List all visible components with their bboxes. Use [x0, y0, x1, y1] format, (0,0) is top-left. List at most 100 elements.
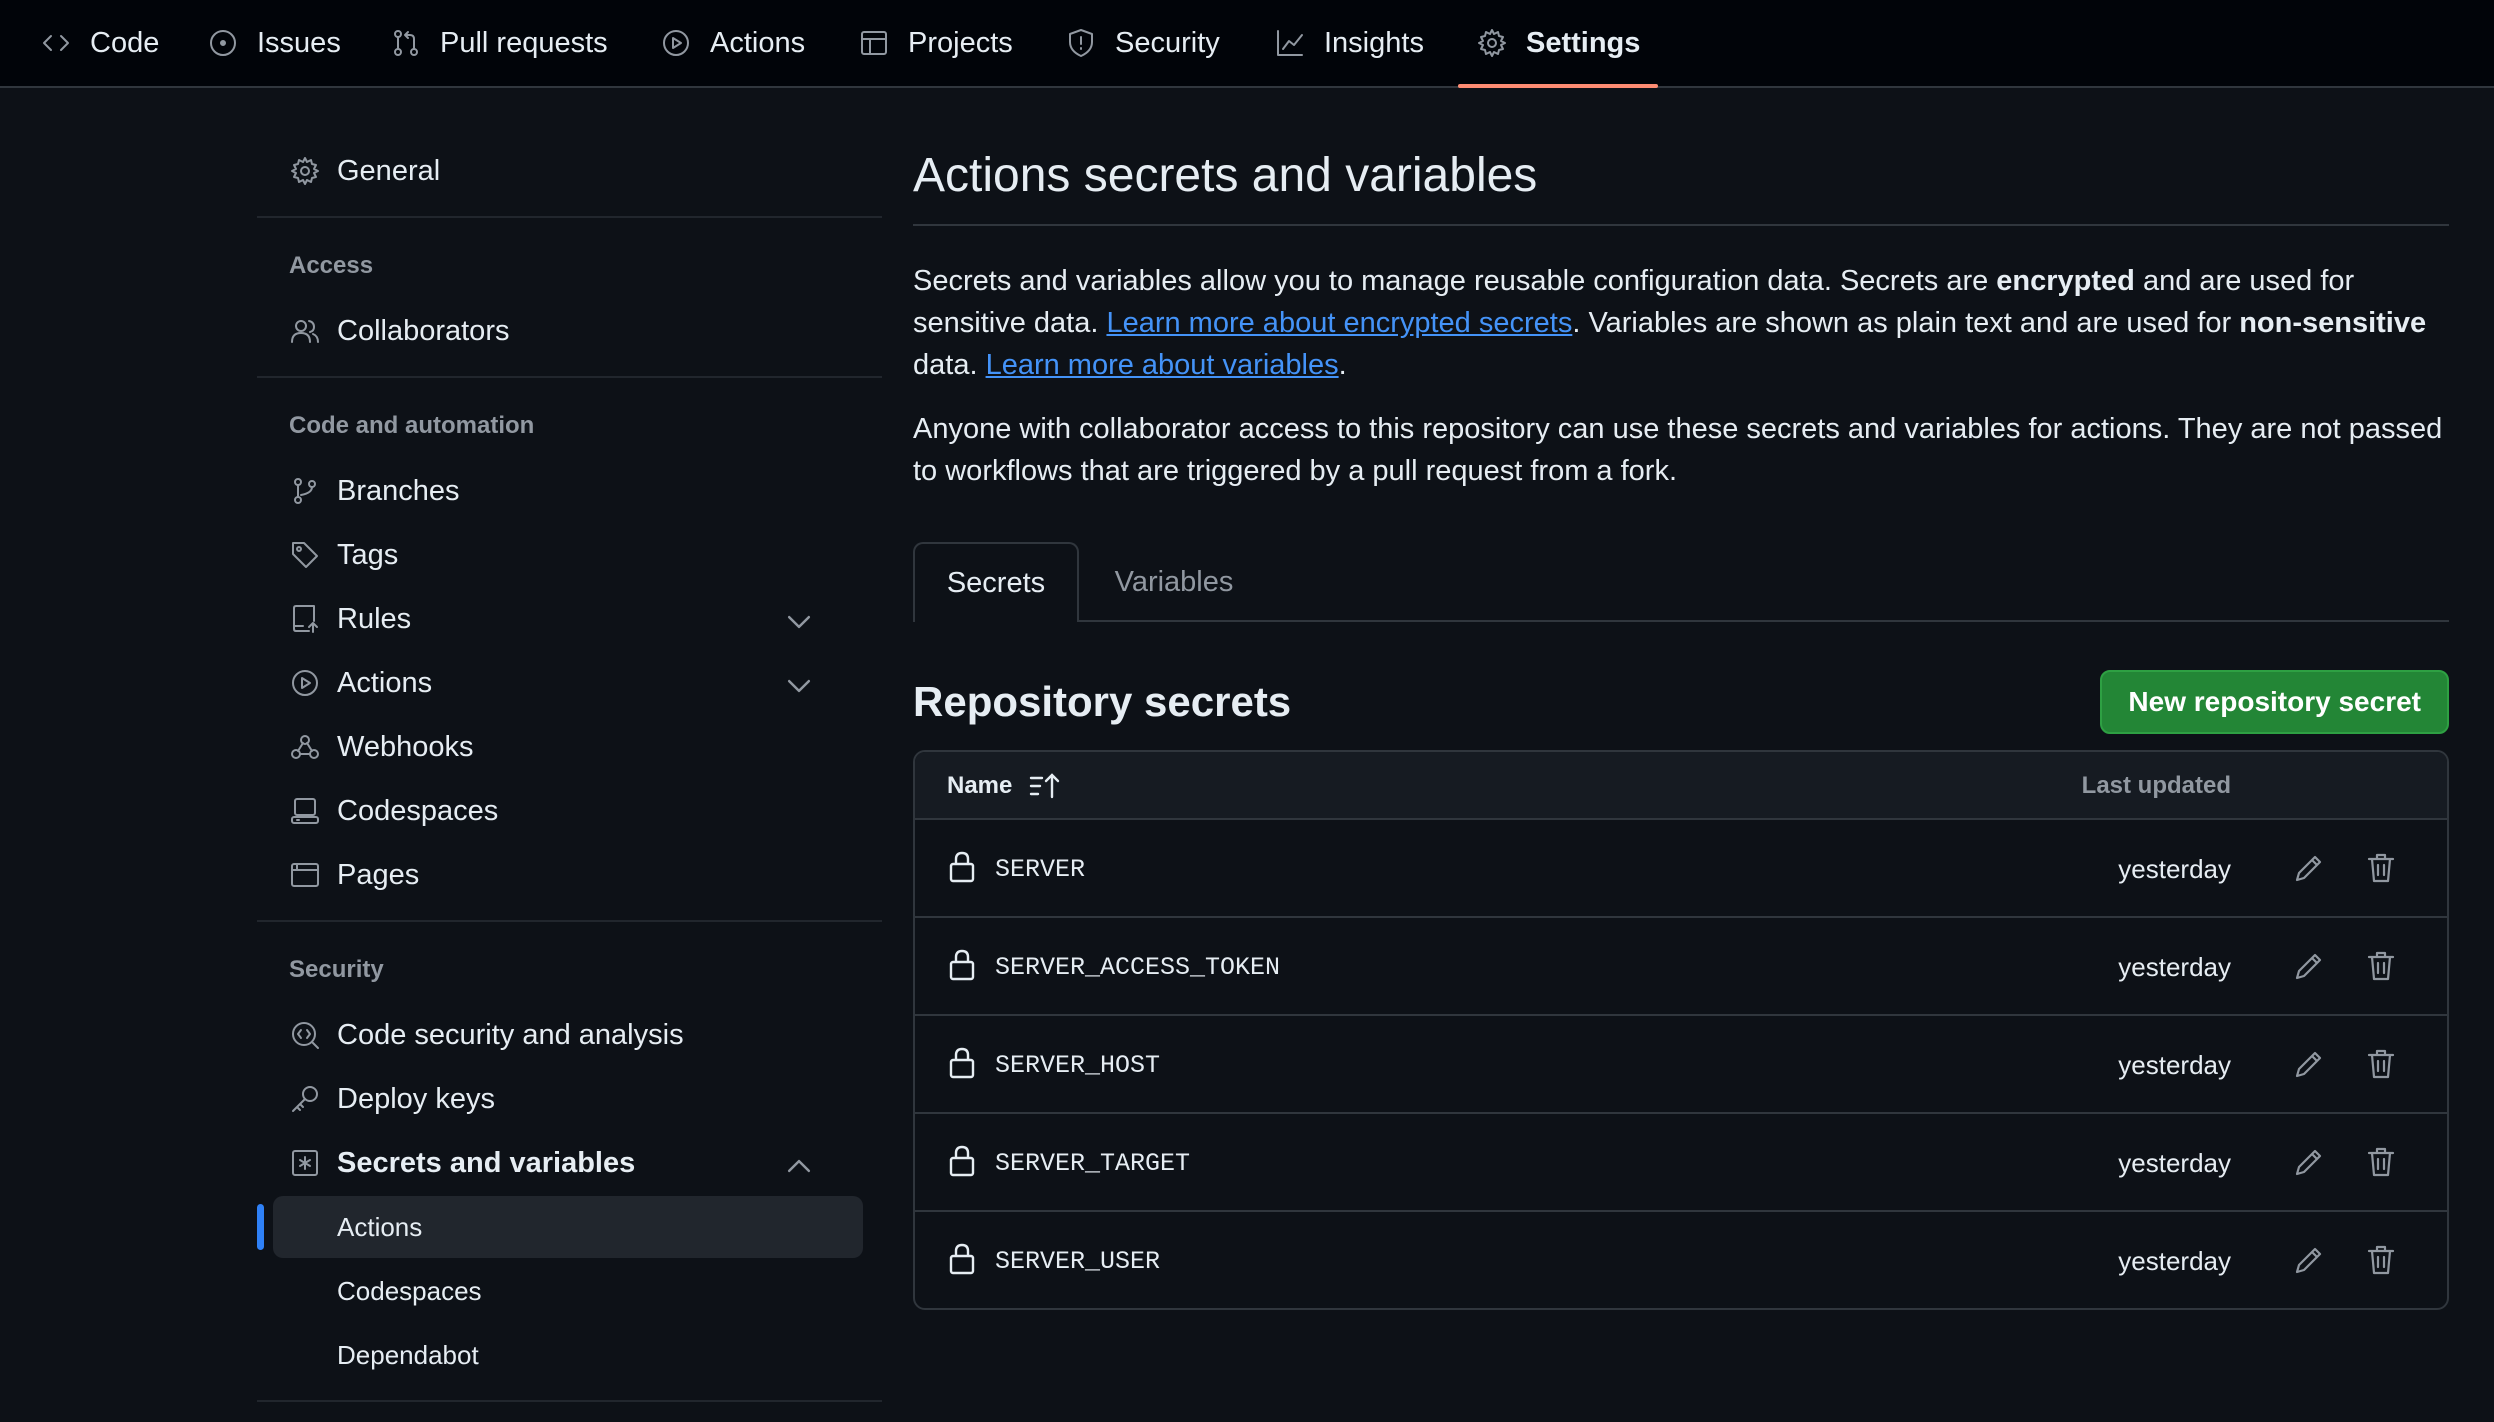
sidebar-item-secrets-variables[interactable]: Secrets and variables	[289, 1138, 879, 1188]
last-updated: yesterday	[2118, 1245, 2231, 1276]
section-title: Repository secrets	[913, 678, 1292, 725]
description-paragraph: Secrets and variables allow you to manag…	[913, 265, 2427, 381]
title-divider	[913, 224, 2449, 226]
sidebar-item-collaborators[interactable]: Collaborators	[289, 306, 879, 356]
gear-icon	[291, 157, 319, 185]
last-updated: yesterday	[2118, 1147, 2231, 1178]
trash-icon	[2367, 1049, 2395, 1079]
secret-name: SERVER_HOST	[995, 1050, 1161, 1080]
edit-secret-button[interactable]	[2291, 1144, 2327, 1180]
secret-name: SERVER_TARGET	[995, 1148, 1191, 1178]
shield-icon	[1069, 29, 1093, 57]
trash-icon	[2367, 1147, 2395, 1177]
branch-icon	[294, 478, 316, 504]
webhook-icon	[291, 735, 319, 759]
tab-bar: Secrets Variables	[913, 542, 2449, 622]
gear-icon	[1478, 29, 1506, 57]
secret-name: SERVER	[995, 854, 1086, 884]
nav-settings[interactable]: Settings	[1457, 0, 1659, 88]
sidebar-item-branches[interactable]: Branches	[289, 466, 879, 516]
sort-ascending-icon	[1030, 773, 1060, 799]
delete-secret-button[interactable]	[2363, 1046, 2399, 1082]
repo-push-icon	[293, 605, 318, 633]
play-icon	[663, 30, 689, 56]
nav-pull-requests[interactable]: Pull requests	[390, 0, 608, 86]
nav-projects[interactable]: Projects	[858, 0, 1013, 86]
sidebar-divider	[257, 920, 882, 922]
codescan-icon	[292, 1022, 319, 1049]
sidebar-item-general[interactable]: General	[289, 146, 879, 196]
selected-marker	[257, 1204, 264, 1250]
sidebar-item-deploy-keys[interactable]: Deploy keys	[289, 1074, 879, 1124]
delete-secret-button[interactable]	[2363, 1242, 2399, 1278]
variables-link[interactable]: Learn more about variables	[986, 349, 1339, 381]
sidebar-subitem-dependabot[interactable]: Dependabot	[273, 1324, 863, 1386]
last-updated: yesterday	[2118, 951, 2231, 982]
trash-icon	[2367, 853, 2395, 883]
key-icon	[292, 1086, 318, 1112]
chevron-down-icon[interactable]	[783, 670, 815, 702]
sidebar-heading-access: Access	[289, 252, 374, 279]
lock-icon	[949, 851, 975, 883]
table-row: SERVER_HOST yesterday	[915, 1016, 2447, 1114]
nav-insights[interactable]: Insights	[1274, 0, 1424, 86]
play-icon	[292, 670, 318, 696]
table-row: SERVER_USER yesterday	[915, 1212, 2447, 1308]
tab-variables[interactable]: Variables	[1079, 542, 1269, 622]
tag-icon	[292, 542, 318, 568]
edit-secret-button[interactable]	[2291, 1046, 2327, 1082]
sidebar-item-tags[interactable]: Tags	[289, 530, 879, 580]
lock-icon	[949, 1047, 975, 1079]
nav-security[interactable]: Security	[1065, 0, 1220, 86]
last-updated: yesterday	[2118, 1049, 2231, 1080]
pencil-icon	[2295, 953, 2322, 980]
pencil-icon	[2295, 1247, 2322, 1274]
last-updated-column-header: Last updated	[2081, 772, 2231, 799]
edit-secret-button[interactable]	[2291, 850, 2327, 886]
last-updated: yesterday	[2118, 853, 2231, 884]
pull-request-icon	[394, 30, 418, 56]
codespaces-icon	[291, 798, 319, 824]
issue-icon	[210, 30, 236, 56]
sidebar-heading-code: Code and automation	[289, 412, 535, 439]
sidebar-item-webhooks[interactable]: Webhooks	[289, 722, 879, 772]
new-repository-secret-button[interactable]: New repository secret	[2100, 670, 2449, 734]
nav-actions[interactable]: Actions	[660, 0, 805, 86]
nav-issues[interactable]: Issues	[207, 0, 341, 86]
nav-code[interactable]: Code	[40, 0, 159, 86]
sidebar-subitem-codespaces[interactable]: Codespaces	[273, 1260, 863, 1322]
sidebar-heading-security: Security	[289, 956, 384, 983]
secret-name: SERVER_ACCESS_TOKEN	[995, 952, 1281, 982]
chevron-up-icon[interactable]	[783, 1150, 815, 1182]
table-row: SERVER_ACCESS_TOKEN yesterday	[915, 918, 2447, 1016]
sidebar-item-codespaces[interactable]: Codespaces	[289, 786, 879, 836]
chevron-down-icon[interactable]	[783, 606, 815, 638]
lock-icon	[949, 949, 975, 981]
sidebar-divider	[257, 216, 882, 218]
code-icon	[43, 35, 69, 51]
name-column-header[interactable]: Name	[947, 752, 1064, 820]
sidebar-item-rules[interactable]: Rules	[289, 594, 879, 644]
sidebar-item-actions[interactable]: Actions	[289, 658, 879, 708]
tab-secrets[interactable]: Secrets	[913, 542, 1079, 622]
delete-secret-button[interactable]	[2363, 1144, 2399, 1180]
people-icon	[291, 320, 319, 343]
edit-secret-button[interactable]	[2291, 948, 2327, 984]
delete-secret-button[interactable]	[2363, 850, 2399, 886]
secrets-table: Name Last updated SERVER yesterday SERVE…	[913, 750, 2449, 1310]
secret-name: SERVER_USER	[995, 1246, 1161, 1276]
sidebar-item-pages[interactable]: Pages	[289, 850, 879, 900]
trash-icon	[2367, 951, 2395, 981]
edit-secret-button[interactable]	[2291, 1242, 2327, 1278]
graph-icon	[1277, 30, 1303, 56]
delete-secret-button[interactable]	[2363, 948, 2399, 984]
sidebar-divider	[257, 376, 882, 378]
lock-icon	[949, 1145, 975, 1177]
sidebar-item-code-security[interactable]: Code security and analysis	[289, 1010, 879, 1060]
lock-icon	[949, 1243, 975, 1275]
key-asterisk-icon	[292, 1150, 318, 1176]
trash-icon	[2367, 1245, 2395, 1275]
sidebar-subitem-actions[interactable]: Actions	[273, 1196, 863, 1258]
sidebar-divider	[257, 1400, 882, 1402]
encrypted-secrets-link[interactable]: Learn more about encrypted secrets	[1106, 307, 1572, 339]
